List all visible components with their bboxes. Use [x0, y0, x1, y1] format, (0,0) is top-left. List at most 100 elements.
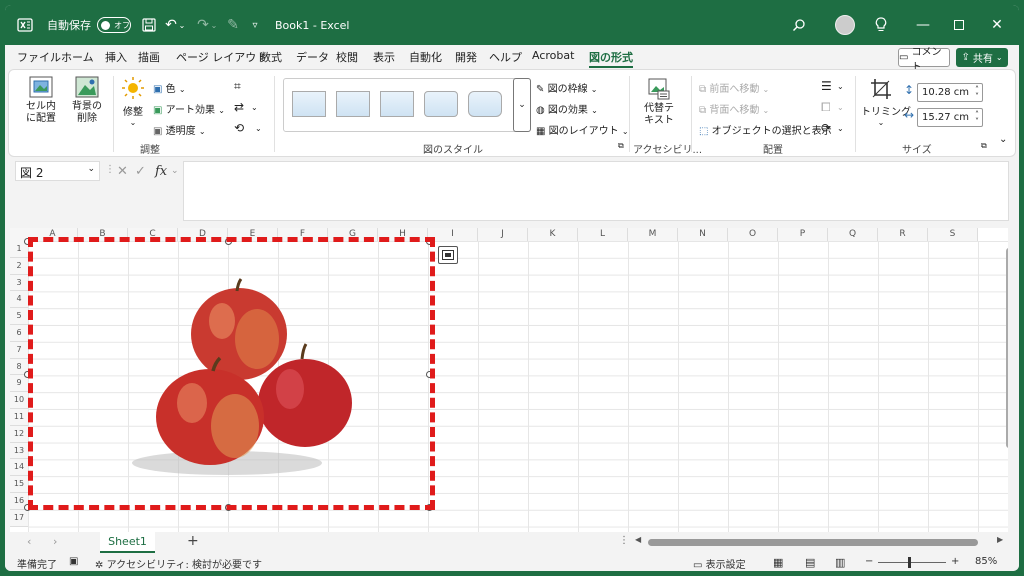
tab-view[interactable]: 表示 — [373, 49, 395, 65]
scroll-right-icon[interactable]: ▶ — [997, 535, 1003, 544]
column-header[interactable]: I — [428, 228, 478, 241]
color-button[interactable]: ▣ 色 ⌄ — [153, 80, 186, 95]
chevron-down-icon[interactable]: ⌄ — [251, 103, 258, 112]
column-header[interactable]: P — [778, 228, 828, 241]
tab-review[interactable]: 校閲 — [336, 49, 358, 65]
picture-effects-button[interactable]: ◍ 図の効果 ⌄ — [536, 101, 598, 116]
stepper-icon[interactable]: ˄ ˅ — [975, 86, 979, 101]
share-button[interactable]: ⇪ 共有 ⌄ — [956, 48, 1008, 67]
zoom-level[interactable]: 85% — [975, 556, 997, 567]
zoom-in-icon[interactable]: + — [951, 556, 959, 567]
picture-styles-gallery[interactable]: ⌄ — [283, 78, 531, 132]
crop-button[interactable]: トリミング ⌄ — [861, 78, 911, 127]
rotate-icon[interactable]: ⟳ — [821, 121, 831, 135]
save-icon[interactable] — [139, 5, 159, 45]
autosave-toggle[interactable]: オフ — [97, 17, 131, 33]
remove-background-button[interactable]: 背景の 削除 — [67, 76, 107, 125]
chevron-down-icon[interactable]: ⌄ — [171, 166, 179, 176]
tab-home[interactable]: ホーム — [61, 49, 94, 65]
column-header[interactable]: J — [478, 228, 528, 241]
account-avatar[interactable] — [835, 5, 855, 45]
row-header[interactable]: 14 — [10, 459, 28, 477]
row-header[interactable]: 3 — [10, 274, 28, 292]
picture-style-2[interactable] — [336, 91, 370, 117]
chevron-down-icon[interactable]: ⌄ — [837, 82, 844, 91]
gallery-more-icon[interactable]: ⌄ — [513, 78, 531, 132]
customize-toolbar-icon[interactable]: ▿ — [245, 5, 265, 45]
minimize-icon[interactable]: — — [905, 5, 941, 45]
close-icon[interactable]: ✕ — [979, 5, 1015, 45]
scroll-left-icon[interactable]: ◀ — [635, 535, 641, 544]
row-header[interactable]: 9 — [10, 375, 28, 393]
tab-page-layout[interactable]: ページ レイアウト — [176, 49, 267, 65]
collapse-ribbon-icon[interactable]: ⌄ — [999, 134, 1007, 145]
row-header[interactable]: 2 — [10, 257, 28, 275]
dialog-launcher-icon[interactable]: ⧉ — [981, 141, 987, 151]
bring-forward-button[interactable]: ⧉ 前面へ移動 ⌄ — [699, 80, 769, 95]
column-header[interactable]: R — [878, 228, 928, 241]
column-header[interactable]: M — [628, 228, 678, 241]
change-picture-icon[interactable]: ⇄ — [234, 100, 244, 114]
tab-insert[interactable]: 挿入 — [105, 49, 127, 65]
maximize-icon[interactable] — [941, 5, 977, 45]
transparency-button[interactable]: ▣ 透明度 ⌄ — [153, 122, 206, 137]
enter-icon[interactable]: ✓ — [135, 164, 146, 179]
page-layout-view-icon[interactable]: ▤ — [805, 556, 815, 569]
macro-record-icon[interactable]: ▣ — [69, 556, 78, 567]
vertical-scrollbar[interactable] — [1005, 242, 1008, 448]
picture-layout-button[interactable]: ▦ 図のレイアウト ⌄ — [536, 122, 629, 137]
normal-view-icon[interactable]: ▦ — [773, 556, 783, 569]
corrections-button[interactable]: 修整 ⌄ — [117, 76, 149, 127]
insert-function-icon[interactable]: fx — [155, 164, 167, 179]
undo-dropdown-icon[interactable]: ⌄ — [177, 5, 187, 45]
picture-border-button[interactable]: ✎ 図の枠線 ⌄ — [536, 80, 597, 95]
layout-options-button[interactable] — [438, 246, 458, 264]
row-header[interactable]: 7 — [10, 341, 28, 359]
tab-automate[interactable]: 自動化 — [409, 49, 442, 65]
row-header[interactable]: 6 — [10, 325, 28, 342]
prev-sheet-icon[interactable]: ‹ — [27, 535, 31, 548]
tab-developer[interactable]: 開発 — [455, 49, 477, 65]
column-header[interactable]: N — [678, 228, 728, 241]
row-header[interactable]: 12 — [10, 425, 28, 443]
row-header[interactable]: 17 — [10, 509, 28, 527]
tab-acrobat[interactable]: Acrobat — [532, 49, 574, 62]
height-input[interactable]: 10.28 cm ˄ ˅ — [917, 83, 983, 102]
redo-dropdown-icon[interactable]: ⌄ — [209, 5, 219, 45]
chevron-down-icon[interactable]: ⌄ — [255, 124, 262, 133]
place-in-cell-button[interactable]: セル内 に配置 — [21, 76, 61, 125]
align-icon[interactable]: ☰ — [821, 79, 832, 93]
send-backward-button[interactable]: ⧉ 背面へ移動 ⌄ — [699, 101, 769, 116]
column-header[interactable]: O — [728, 228, 778, 241]
zoom-out-icon[interactable]: − — [865, 556, 873, 567]
search-icon[interactable] — [789, 5, 809, 45]
zoom-slider-handle[interactable] — [908, 557, 911, 568]
chevron-down-icon[interactable]: ⌄ — [87, 164, 95, 174]
width-input[interactable]: 15.27 cm ˄ ˅ — [917, 108, 983, 127]
lightbulb-icon[interactable] — [871, 5, 891, 45]
row-header[interactable]: 4 — [10, 291, 28, 309]
picture-style-4[interactable] — [424, 91, 458, 117]
artistic-effects-button[interactable]: ▣ アート効果 ⌄ — [153, 101, 225, 116]
row-header[interactable]: 15 — [10, 476, 28, 493]
accessibility-status[interactable]: ✲ アクセシビリティ: 検討が必要です — [95, 556, 262, 571]
more-options-icon[interactable]: ⋮ — [105, 164, 115, 175]
group-objects-icon[interactable]: ⧠ — [821, 100, 831, 115]
tab-data[interactable]: データ — [296, 49, 329, 65]
tab-draw[interactable]: 描画 — [138, 49, 160, 65]
selection-pane-button[interactable]: ⬚ オブジェクトの選択と表示 — [699, 122, 832, 137]
column-header[interactable]: Q — [828, 228, 878, 241]
horizontal-scroll-thumb[interactable] — [648, 539, 978, 546]
zoom-slider[interactable] — [878, 562, 946, 563]
comment-button[interactable]: ▭ コメント — [898, 47, 950, 73]
compress-pictures-icon[interactable]: ⌗ — [234, 79, 241, 94]
draw-pen-icon[interactable]: ✎ — [223, 5, 243, 45]
column-header[interactable]: K — [528, 228, 578, 241]
tab-split-icon[interactable]: ⋮ — [619, 535, 629, 546]
picture-style-3[interactable] — [380, 91, 414, 117]
alt-text-button[interactable]: 代替テ キスト — [641, 78, 677, 127]
cancel-icon[interactable]: ✕ — [117, 164, 128, 179]
reset-picture-icon[interactable]: ⟲ — [234, 121, 244, 135]
tab-help[interactable]: ヘルプ — [489, 49, 522, 65]
chevron-down-icon[interactable]: ⌄ — [837, 124, 844, 133]
